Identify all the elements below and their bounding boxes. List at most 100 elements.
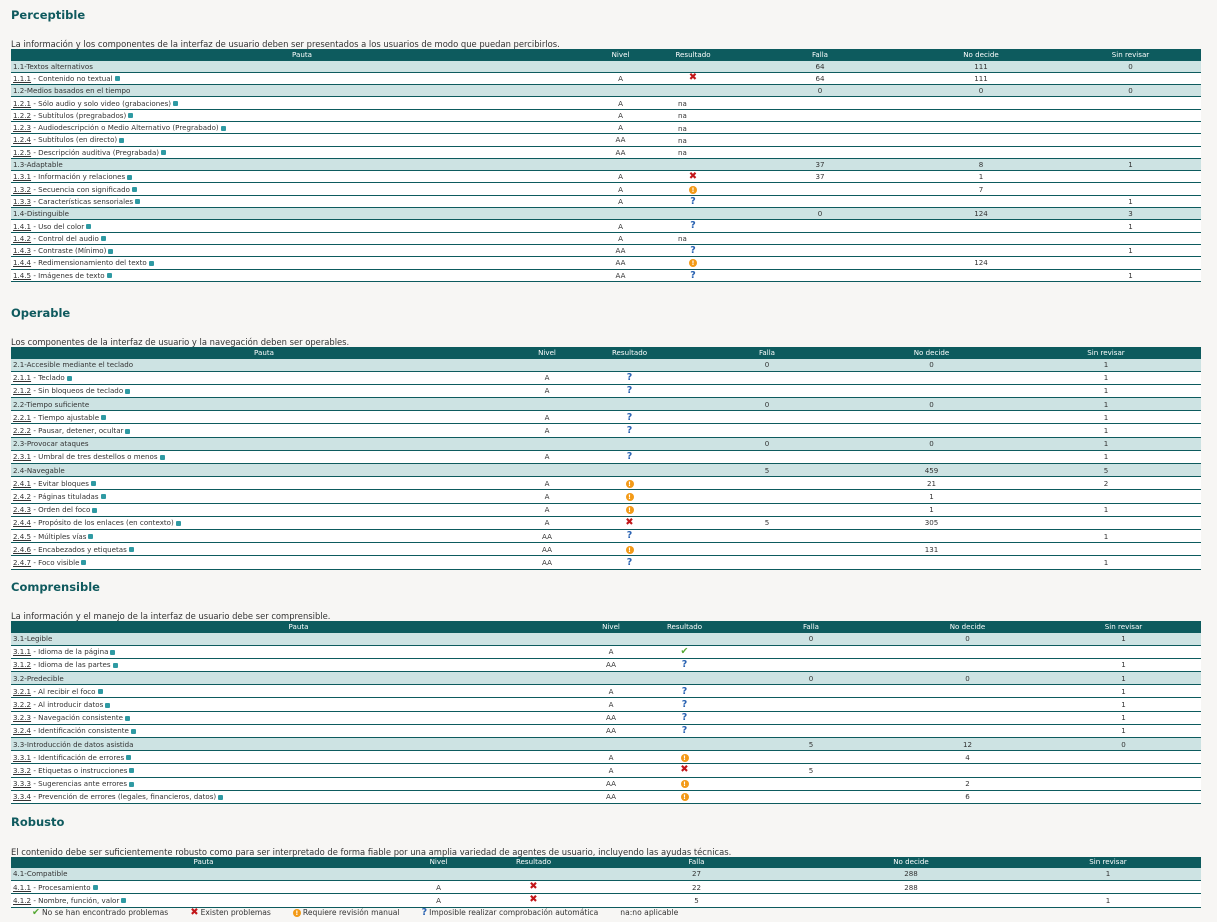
info-icon[interactable] xyxy=(128,113,134,119)
check-icon: ✔ xyxy=(32,907,40,919)
criterion-link[interactable]: 3.1.1 xyxy=(13,647,31,656)
info-icon[interactable] xyxy=(100,494,106,500)
criterion-link[interactable]: 1.1.1 xyxy=(13,74,31,83)
level-cell: A xyxy=(586,697,636,712)
info-icon[interactable] xyxy=(218,794,224,800)
info-icon[interactable] xyxy=(119,137,125,143)
info-icon[interactable] xyxy=(125,428,131,434)
criterion-link[interactable]: 2.4.2 xyxy=(13,492,31,501)
info-icon[interactable] xyxy=(129,781,135,787)
criterion-link[interactable]: 4.1.2 xyxy=(13,896,31,905)
criterion-link[interactable]: 2.3.1 xyxy=(13,452,31,461)
criterion-link[interactable]: 1.4.5 xyxy=(13,271,31,280)
table-header: Pauta Nivel Resultado Falla No decide Sin rev… xyxy=(11,49,1201,61)
criterion-name: - Encabezados y etiquetas xyxy=(31,544,127,554)
criterion-link[interactable]: 2.4.5 xyxy=(13,532,31,541)
guideline-row: 2.4-Navegable 5 459 5 xyxy=(11,463,1201,478)
info-icon[interactable] xyxy=(173,101,179,107)
info-icon[interactable] xyxy=(90,481,96,487)
criterion-link[interactable]: 1.2.4 xyxy=(13,135,31,144)
criterion-link[interactable]: 3.3.4 xyxy=(13,792,31,801)
criterion-name: - Umbral de tres destellos o menos xyxy=(31,452,158,462)
criterion-link[interactable]: 3.1.2 xyxy=(13,660,31,669)
info-icon[interactable] xyxy=(127,174,133,180)
criterion-link[interactable]: 3.3.3 xyxy=(13,779,31,788)
criterion-link[interactable]: 4.1.1 xyxy=(13,883,31,892)
criterion-link[interactable]: 1.4.1 xyxy=(13,222,31,231)
info-icon[interactable] xyxy=(108,248,114,254)
criterion-link[interactable]: 3.2.1 xyxy=(13,687,31,696)
info-icon[interactable] xyxy=(159,454,165,460)
criterion-link[interactable]: 2.1.1 xyxy=(13,373,31,382)
count-no_decide xyxy=(902,109,1060,122)
criterion-link[interactable]: 1.3.2 xyxy=(13,185,31,194)
info-icon[interactable] xyxy=(131,187,137,193)
warning-icon: ! xyxy=(625,506,634,515)
info-icon[interactable] xyxy=(161,150,167,156)
criterion-link[interactable]: 2.4.3 xyxy=(13,505,31,514)
info-icon[interactable] xyxy=(106,273,112,279)
criterion-link[interactable]: 3.2.2 xyxy=(13,700,31,709)
info-icon[interactable] xyxy=(121,898,127,904)
criterion-link[interactable]: 1.4.2 xyxy=(13,234,31,243)
count-sin_revisar xyxy=(1060,96,1201,110)
count-no_decide: 131 xyxy=(852,542,1011,557)
count-no_decide: 21 xyxy=(852,476,1011,491)
info-icon[interactable] xyxy=(128,547,134,553)
guideline-row: 3.3-Introducción de datos asistida 5 12 0 xyxy=(11,737,1201,752)
info-icon[interactable] xyxy=(86,224,92,229)
count-falla: 0 xyxy=(738,207,902,221)
criterion-link[interactable]: 3.3.2 xyxy=(13,766,31,775)
criterion-link[interactable]: 1.2.2 xyxy=(13,111,31,120)
criterion-row: 1.2.5 - Descripción auditiva (Pregrabada… xyxy=(11,146,1201,159)
criterion-link[interactable]: 1.3.1 xyxy=(13,172,31,181)
info-icon[interactable] xyxy=(125,388,131,394)
criterion-link[interactable]: 2.2.1 xyxy=(13,413,31,422)
criterion-link[interactable]: 1.2.5 xyxy=(13,148,31,157)
info-icon[interactable] xyxy=(175,520,181,526)
info-icon[interactable] xyxy=(100,236,106,242)
result-cell: ? xyxy=(577,555,682,570)
criterion-link[interactable]: 2.1.2 xyxy=(13,386,31,395)
info-icon[interactable] xyxy=(114,76,120,82)
info-icon[interactable] xyxy=(81,560,87,566)
info-icon[interactable] xyxy=(101,415,107,421)
legend-item: ✖ Existen problemas xyxy=(190,906,271,920)
criterion-link[interactable]: 1.4.4 xyxy=(13,258,31,267)
info-icon[interactable] xyxy=(97,689,103,695)
criterion-link[interactable]: 2.4.4 xyxy=(13,518,31,527)
info-icon[interactable] xyxy=(130,728,136,734)
info-icon[interactable] xyxy=(92,507,98,513)
info-icon[interactable] xyxy=(112,662,118,668)
criterion-link[interactable]: 2.4.6 xyxy=(13,545,31,554)
guideline-label: 2.2-Tiempo suficiente xyxy=(11,397,517,412)
criterion-link[interactable]: 1.4.3 xyxy=(13,246,31,255)
criterion-link[interactable]: 2.4.7 xyxy=(13,558,31,567)
criterion-link[interactable]: 3.3.1 xyxy=(13,753,31,762)
count-falla: 5 xyxy=(733,763,889,778)
criterion-link[interactable]: 1.2.3 xyxy=(13,123,31,132)
check-icon: ✔ xyxy=(680,646,689,658)
criterion-link[interactable]: 3.2.3 xyxy=(13,713,31,722)
info-icon[interactable] xyxy=(125,715,131,721)
count-sin_revisar: 1 xyxy=(1011,371,1201,385)
info-icon[interactable] xyxy=(220,125,226,131)
criterion-link[interactable]: 1.3.3 xyxy=(13,197,31,206)
result-cell: ! xyxy=(648,256,738,270)
info-icon[interactable] xyxy=(135,199,141,205)
criterion-row: 3.2.4 - Identificación consistente AA? 1 xyxy=(11,724,1201,739)
info-icon[interactable] xyxy=(66,375,72,381)
info-icon[interactable] xyxy=(92,885,98,891)
criterion-link[interactable]: 3.2.4 xyxy=(13,726,31,735)
info-icon[interactable] xyxy=(126,755,132,761)
column-header: Falla xyxy=(738,49,902,61)
criterion-link[interactable]: 1.2.1 xyxy=(13,99,31,108)
info-icon[interactable] xyxy=(105,702,111,708)
info-icon[interactable] xyxy=(148,260,154,266)
info-icon[interactable] xyxy=(129,768,135,774)
count-no_decide: 0 xyxy=(889,671,1046,686)
criterion-link[interactable]: 2.4.1 xyxy=(13,479,31,488)
criterion-link[interactable]: 2.2.2 xyxy=(13,426,31,435)
info-icon[interactable] xyxy=(110,649,116,655)
info-icon[interactable] xyxy=(88,534,94,540)
